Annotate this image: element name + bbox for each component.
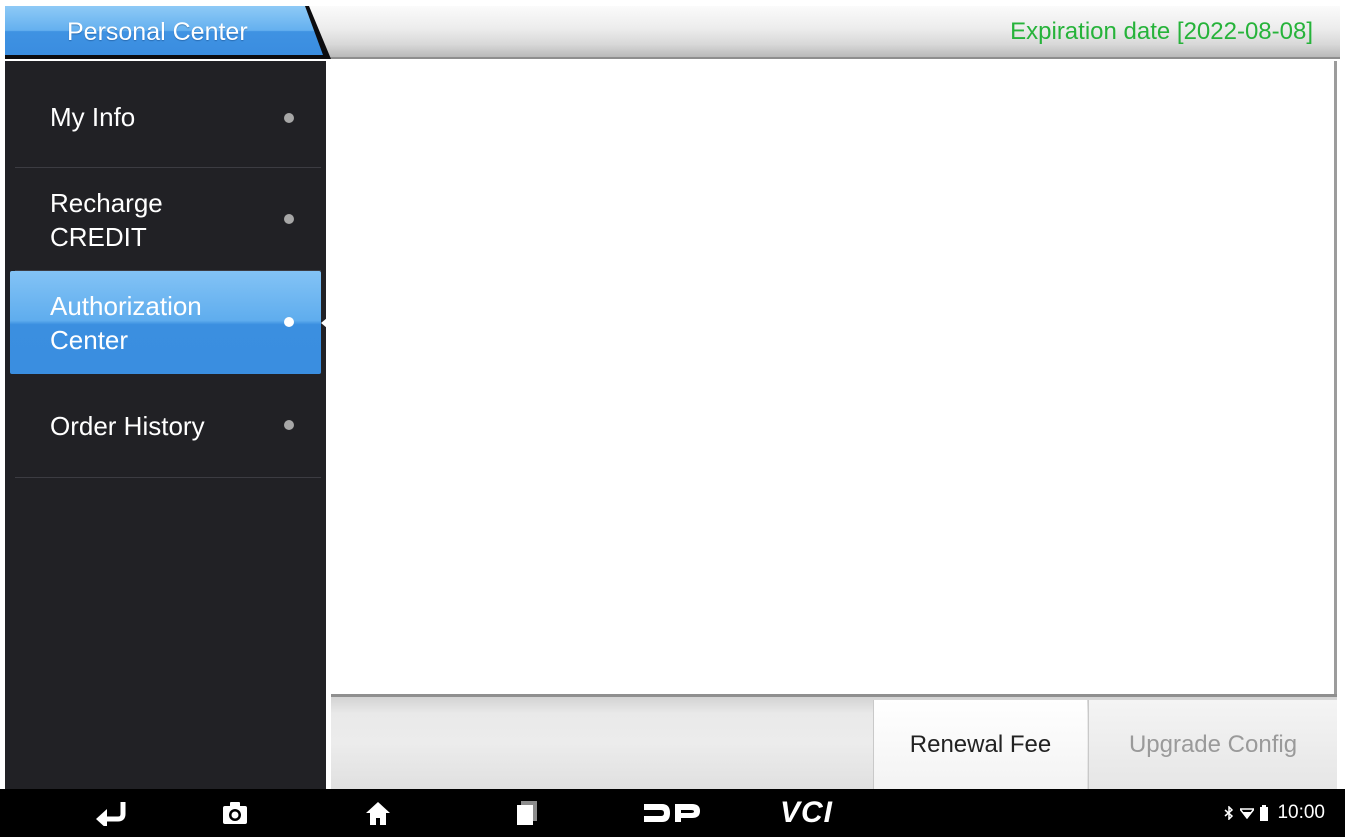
- main-content-panel: [331, 61, 1337, 694]
- system-navigation-bar: VCI 10:00: [0, 789, 1345, 837]
- sidebar-item-label: Authorization Center: [50, 291, 202, 355]
- page-title: Personal Center: [67, 18, 248, 46]
- clock-time: 10:00: [1277, 802, 1325, 823]
- sidebar-item-label: Order History: [50, 411, 205, 441]
- sidebar-item-label: My Info: [50, 102, 136, 132]
- dp-logo-icon[interactable]: [640, 789, 704, 837]
- sidebar-item-authorization-center[interactable]: Authorization Center: [10, 271, 321, 374]
- sidebar-item-order-history[interactable]: Order History: [15, 374, 321, 478]
- bluetooth-icon: [1224, 806, 1234, 820]
- renewal-fee-button[interactable]: Renewal Fee: [873, 700, 1087, 789]
- wifi-icon: [1240, 808, 1255, 819]
- expiration-date: Expiration date [2022-08-08]: [1010, 18, 1313, 45]
- bullet-dot-icon: [284, 113, 294, 123]
- sidebar: My Info Recharge CREDIT Authorization Ce…: [5, 61, 326, 789]
- bullet-dot-icon: [284, 214, 294, 224]
- sidebar-item-recharge-credit[interactable]: Recharge CREDIT: [15, 168, 321, 271]
- action-bar: Renewal Fee Upgrade Config: [331, 694, 1337, 789]
- bullet-dot-icon: [284, 420, 294, 430]
- upgrade-config-button[interactable]: Upgrade Config: [1088, 700, 1337, 789]
- screenshot-camera-icon[interactable]: [218, 789, 252, 837]
- back-icon[interactable]: [88, 789, 132, 837]
- home-icon[interactable]: [360, 789, 396, 837]
- recent-apps-icon[interactable]: [510, 789, 544, 837]
- bullet-dot-icon: [284, 317, 294, 327]
- header-bar: Personal Center Expiration date [2022-08…: [0, 0, 1345, 61]
- status-area: 10:00: [1224, 789, 1325, 837]
- sidebar-item-my-info[interactable]: My Info: [15, 66, 321, 168]
- sidebar-item-label: Recharge CREDIT: [50, 188, 163, 252]
- title-tab: Personal Center: [5, 6, 331, 59]
- battery-icon: [1260, 805, 1269, 821]
- vci-button[interactable]: VCI: [780, 793, 833, 833]
- selection-pointer-icon: [321, 318, 327, 328]
